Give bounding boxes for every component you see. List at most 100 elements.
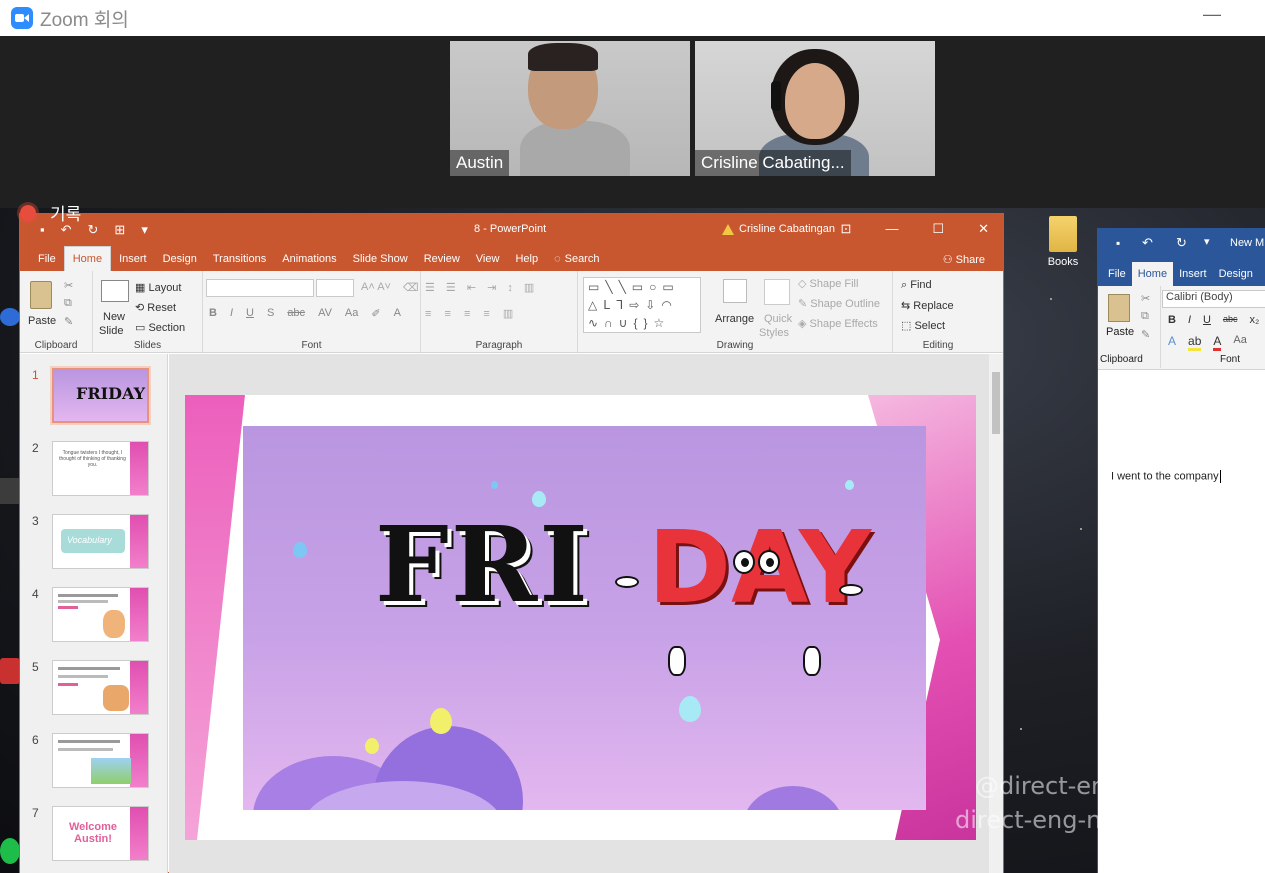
- tab-review[interactable]: Review: [416, 247, 468, 271]
- bold-icon[interactable]: B: [1168, 314, 1176, 326]
- underline-icon[interactable]: U: [246, 307, 254, 320]
- underline-icon[interactable]: U: [1203, 314, 1211, 326]
- shape-effects-button[interactable]: ◈ Shape Effects: [798, 317, 878, 330]
- font-name-box[interactable]: [206, 279, 314, 297]
- customize-icon[interactable]: ▾: [141, 222, 148, 238]
- video-tile-crisline[interactable]: Crisline Cabating...: [695, 41, 935, 176]
- video-tile-austin[interactable]: Austin: [450, 41, 690, 176]
- format-painter-icon[interactable]: ✎: [64, 315, 73, 328]
- desktop-app-icon[interactable]: [0, 478, 20, 504]
- spacing-icon[interactable]: AV: [318, 307, 332, 320]
- tab-insert[interactable]: Insert: [111, 247, 155, 271]
- present-icon[interactable]: ⊞: [114, 222, 125, 238]
- redo-icon[interactable]: ↻: [88, 222, 99, 238]
- new-slide-label-2[interactable]: Slide: [99, 325, 123, 337]
- shape-fill-button[interactable]: ◇ Shape Fill: [798, 277, 858, 290]
- tab-home[interactable]: Home: [63, 246, 112, 271]
- paste-icon[interactable]: [30, 281, 52, 309]
- format-painter-icon[interactable]: ✎: [1141, 328, 1150, 341]
- replace-button[interactable]: ⇆ Replace: [901, 299, 954, 312]
- new-slide-label[interactable]: New: [103, 311, 125, 323]
- cut-icon[interactable]: ✂: [64, 279, 73, 292]
- ribbon-display-icon[interactable]: ⊡: [841, 221, 852, 237]
- desktop-app-icon[interactable]: [0, 308, 20, 326]
- slide-thumbnail-4[interactable]: 4: [20, 587, 168, 647]
- slide-thumbnail-5[interactable]: 5: [20, 660, 168, 720]
- highlight-icon[interactable]: ✐: [371, 307, 380, 320]
- align-icons[interactable]: ≡ ≡ ≡ ≡ ▥: [425, 307, 518, 320]
- tab-design[interactable]: Design: [1213, 262, 1259, 286]
- quick-styles-icon[interactable]: [764, 279, 790, 305]
- tab-insert[interactable]: Insert: [1173, 262, 1213, 286]
- customize-icon[interactable]: ▾: [1204, 235, 1210, 248]
- redo-icon[interactable]: ↻: [1176, 235, 1187, 251]
- tab-file[interactable]: File: [30, 247, 64, 271]
- tab-home[interactable]: Home: [1131, 262, 1174, 286]
- shadow-icon[interactable]: S: [267, 307, 274, 320]
- paste-button[interactable]: Paste: [1106, 326, 1134, 338]
- layout-button[interactable]: ▦ Layout: [135, 281, 181, 294]
- quick-styles-label-2[interactable]: Styles: [759, 327, 789, 339]
- copy-icon[interactable]: ⧉: [1141, 310, 1149, 323]
- desktop-folder-books[interactable]: Books: [1043, 216, 1083, 268]
- tab-animations[interactable]: Animations: [274, 247, 344, 271]
- change-case-icon[interactable]: Aa: [345, 307, 358, 320]
- tab-slide-show[interactable]: Slide Show: [345, 247, 416, 271]
- slide-thumbnail-1[interactable]: 1 FRIDAY: [20, 368, 168, 428]
- select-button[interactable]: ⬚ Select: [901, 319, 945, 332]
- slide-thumbnail-6[interactable]: 6: [20, 733, 168, 793]
- font-name-box[interactable]: Calibri (Body): [1162, 290, 1265, 308]
- desktop-app-icon[interactable]: [0, 838, 20, 864]
- highlight-icon[interactable]: ab: [1188, 334, 1202, 351]
- tab-file[interactable]: File: [1102, 262, 1132, 286]
- bold-icon[interactable]: B: [209, 307, 217, 320]
- cut-icon[interactable]: ✂: [1141, 292, 1150, 305]
- maximize-icon[interactable]: ☐: [932, 221, 944, 237]
- tab-transitions[interactable]: Transitions: [205, 247, 274, 271]
- slide-thumbnail-3[interactable]: 3 Vocabulary: [20, 514, 168, 574]
- quick-styles-label-1[interactable]: Quick: [764, 313, 792, 325]
- save-icon[interactable]: ▪: [1116, 236, 1120, 250]
- reset-icon: ⟲: [135, 302, 148, 314]
- scrollbar-thumb[interactable]: [992, 372, 1000, 434]
- undo-icon[interactable]: ↶: [1142, 235, 1153, 251]
- strikethrough-icon[interactable]: abc: [287, 307, 305, 320]
- shapes-gallery[interactable]: ▭╲╲▭○▭ △ᒪᒣ⇨⇩◠ ∿∩∪{}☆: [583, 277, 701, 333]
- reset-button[interactable]: ⟲ Reset: [135, 301, 176, 314]
- shape-outline-button[interactable]: ✎ Shape Outline: [798, 297, 880, 310]
- desktop-app-icon[interactable]: [0, 658, 20, 684]
- close-icon[interactable]: ✕: [978, 221, 989, 237]
- list-icons[interactable]: ☰ ☰ ⇤ ⇥ ↕ ▥: [425, 281, 538, 294]
- change-case-icon[interactable]: Aa: [1233, 334, 1246, 351]
- tab-help[interactable]: Help: [507, 247, 546, 271]
- document-text[interactable]: I went to the company: [1111, 470, 1221, 483]
- new-slide-icon[interactable]: [101, 280, 129, 302]
- grow-font-icon[interactable]: A˄ A˅: [361, 281, 391, 293]
- font-color-icon[interactable]: A: [1213, 334, 1222, 351]
- arrange-icon[interactable]: [723, 279, 747, 303]
- slide-thumbnail-2[interactable]: 2 Tongue twisters I thought, I thought o…: [20, 441, 168, 501]
- italic-icon[interactable]: I: [230, 307, 233, 320]
- find-button[interactable]: ⌕ Find: [901, 279, 932, 292]
- italic-icon[interactable]: I: [1188, 314, 1191, 326]
- ppt-user[interactable]: Crisline Cabatingan: [722, 223, 835, 235]
- section-button[interactable]: ▭ Section: [135, 321, 185, 334]
- tab-view[interactable]: View: [468, 247, 508, 271]
- arrange-button[interactable]: Arrange: [715, 313, 754, 325]
- search-box[interactable]: ◌ Search: [546, 247, 607, 271]
- strikethrough-icon[interactable]: abc: [1223, 314, 1238, 326]
- clear-format-icon[interactable]: ⌫: [403, 281, 419, 294]
- minimize-icon[interactable]: —: [1203, 4, 1221, 25]
- text-effects-icon[interactable]: A: [1168, 334, 1176, 351]
- tab-design[interactable]: Design: [155, 247, 205, 271]
- current-slide[interactable]: FRI DAY: [185, 395, 976, 840]
- copy-icon[interactable]: ⧉: [64, 297, 72, 310]
- paste-button[interactable]: Paste: [28, 315, 56, 327]
- subscript-icon[interactable]: x₂: [1249, 314, 1259, 326]
- font-size-box[interactable]: [316, 279, 354, 297]
- minimize-icon[interactable]: —: [885, 221, 898, 237]
- share-button[interactable]: ⚇ Share: [943, 253, 985, 266]
- font-color-icon[interactable]: A: [394, 307, 401, 320]
- slide-thumbnail-7[interactable]: 7 Welcome Austin!: [20, 806, 168, 866]
- paste-icon[interactable]: [1108, 294, 1130, 322]
